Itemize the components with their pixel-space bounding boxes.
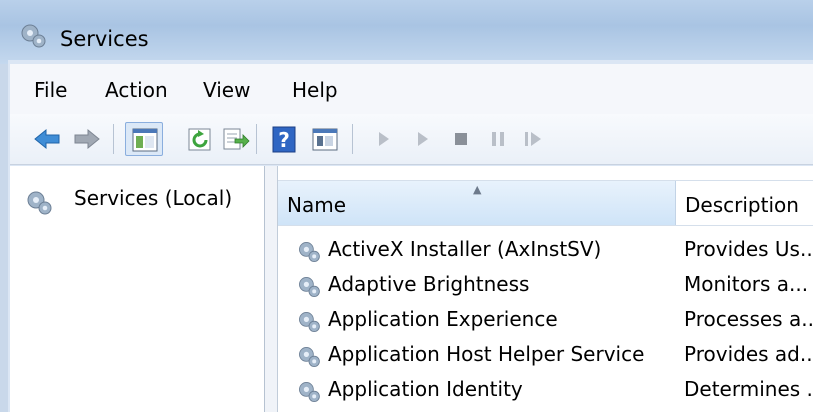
toolbar-separator bbox=[113, 124, 114, 154]
pane-splitter[interactable] bbox=[265, 166, 278, 412]
menu-view[interactable]: View bbox=[203, 78, 250, 102]
title-bar[interactable]: Services bbox=[0, 0, 813, 64]
tree-item-services-local[interactable]: Services (Local) bbox=[74, 186, 232, 210]
service-name: Application Experience bbox=[328, 307, 558, 331]
start-icon[interactable] bbox=[368, 124, 398, 154]
help-icon[interactable]: ? bbox=[269, 124, 299, 154]
menu-bar: File Action View Help bbox=[10, 64, 813, 115]
service-description: Provides ad... bbox=[684, 342, 813, 366]
resume-icon[interactable] bbox=[518, 124, 548, 154]
content-area: Services (Local) ▲ Name Description Acti… bbox=[10, 166, 813, 412]
toolbar: ? bbox=[10, 114, 813, 165]
service-name: Adaptive Brightness bbox=[328, 272, 530, 296]
forward-icon[interactable] bbox=[72, 124, 102, 154]
refresh-icon[interactable] bbox=[185, 124, 215, 154]
service-description: Processes a... bbox=[684, 307, 813, 331]
table-row[interactable]: Application Identity Determines ... bbox=[278, 374, 813, 408]
column-label-name: Name bbox=[287, 193, 347, 217]
console-tree: Services (Local) bbox=[10, 166, 265, 412]
toolbar-separator bbox=[352, 124, 353, 154]
service-description: Determines ... bbox=[684, 377, 813, 401]
gear-icon bbox=[18, 21, 48, 55]
column-header-name[interactable]: ▲ Name bbox=[278, 181, 676, 225]
gear-icon bbox=[24, 188, 54, 222]
gear-icon bbox=[296, 379, 322, 409]
table-row[interactable]: Application Experience Processes a... bbox=[278, 304, 813, 338]
properties-icon[interactable] bbox=[310, 124, 340, 154]
export-list-icon[interactable] bbox=[220, 124, 250, 154]
service-description: Provides Us... bbox=[684, 237, 813, 261]
sort-ascending-icon: ▲ bbox=[473, 183, 482, 196]
gear-icon bbox=[296, 239, 322, 269]
menu-file[interactable]: File bbox=[34, 78, 67, 102]
svg-text:?: ? bbox=[278, 128, 290, 152]
service-name: Application Host Helper Service bbox=[328, 342, 645, 366]
toolbar-separator bbox=[256, 124, 257, 154]
services-list: ▲ Name Description ActiveX Installer (Ax… bbox=[278, 166, 813, 412]
service-description: Monitors a... bbox=[684, 272, 809, 296]
menu-help[interactable]: Help bbox=[292, 78, 338, 102]
pause-icon[interactable] bbox=[483, 124, 513, 154]
list-header: ▲ Name Description bbox=[278, 180, 813, 226]
service-name: Application Identity bbox=[328, 377, 523, 401]
gear-icon bbox=[296, 309, 322, 339]
column-header-description[interactable]: Description bbox=[676, 181, 813, 225]
table-row[interactable]: Adaptive Brightness Monitors a... bbox=[278, 269, 813, 303]
column-label-description: Description bbox=[685, 193, 799, 217]
menu-action[interactable]: Action bbox=[105, 78, 168, 102]
services-window: Services File Action View Help ? Service… bbox=[0, 0, 813, 412]
stop-icon[interactable] bbox=[446, 124, 476, 154]
show-hide-tree-icon[interactable] bbox=[125, 122, 163, 156]
gear-icon bbox=[296, 274, 322, 304]
window-title: Services bbox=[60, 27, 149, 51]
table-row[interactable]: ActiveX Installer (AxInstSV) Provides Us… bbox=[278, 234, 813, 268]
service-name: ActiveX Installer (AxInstSV) bbox=[328, 237, 602, 261]
start-paused-icon[interactable] bbox=[407, 124, 437, 154]
table-row[interactable]: Application Host Helper Service Provides… bbox=[278, 339, 813, 373]
back-icon[interactable] bbox=[32, 124, 62, 154]
gear-icon bbox=[296, 344, 322, 374]
